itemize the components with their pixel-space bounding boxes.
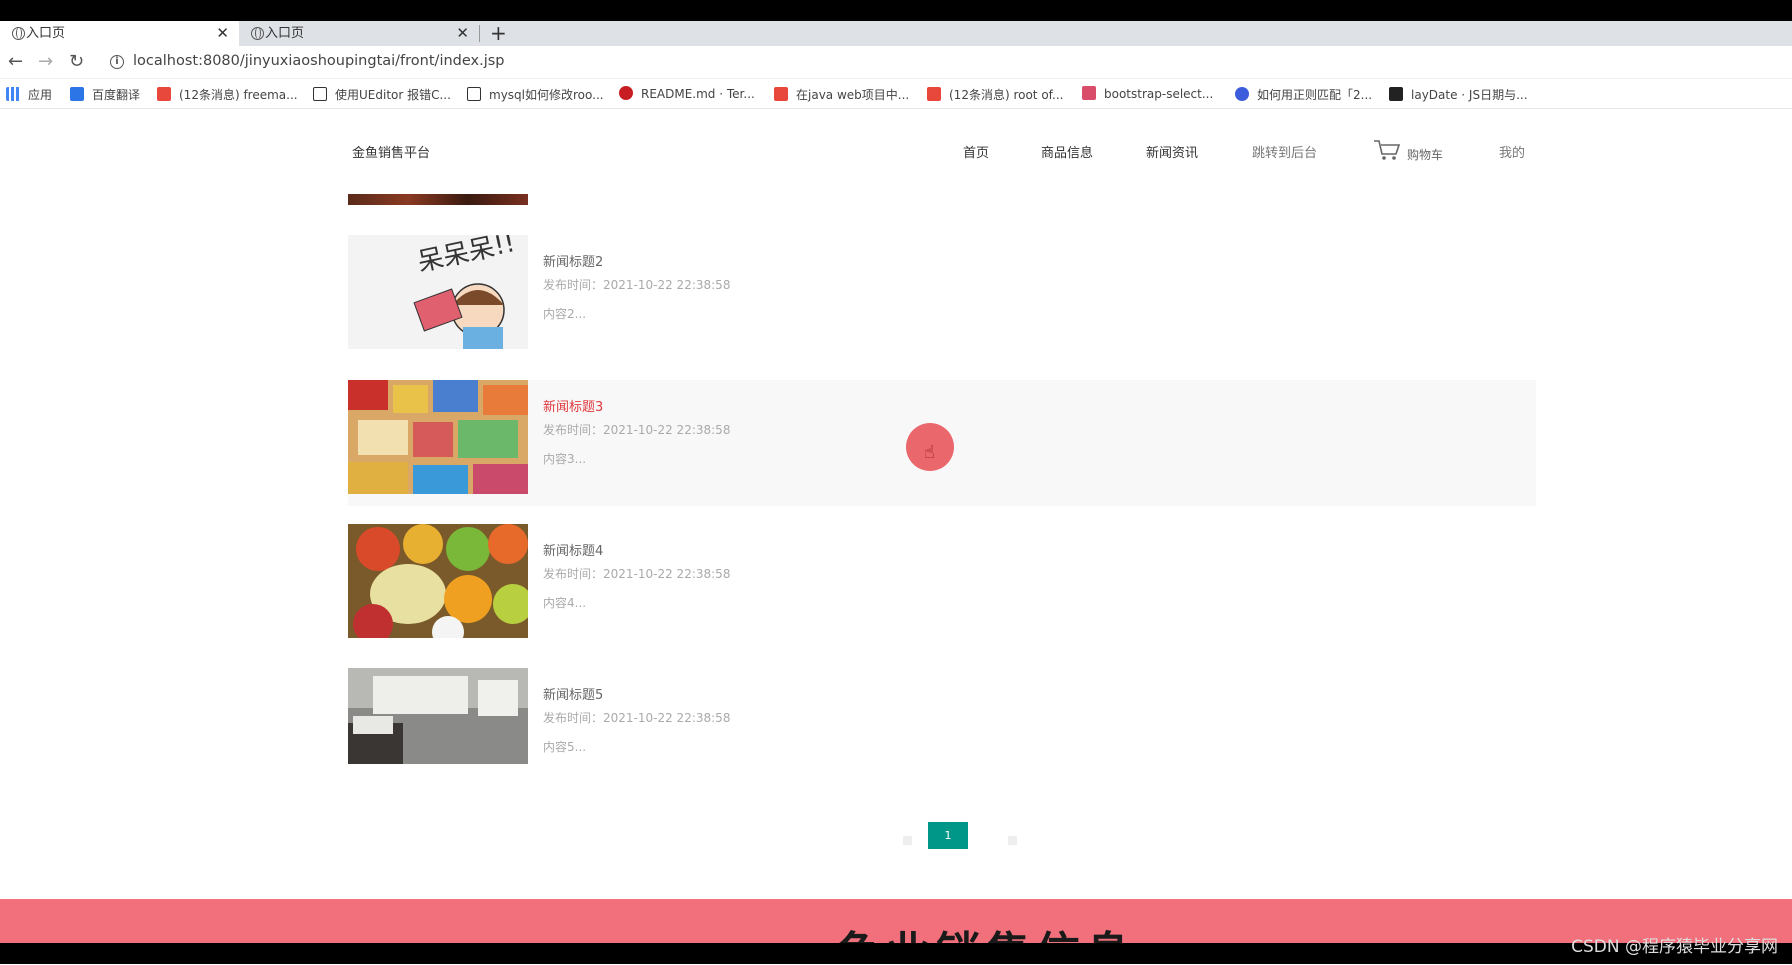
browser-tab-2[interactable]: 入口页 ✕	[239, 21, 479, 46]
nav-cart[interactable]: 购物车	[1407, 146, 1443, 163]
bookmark-item[interactable]: 在java web项目中...	[774, 86, 909, 103]
browser-tab-1[interactable]: 入口页 ✕	[0, 21, 239, 46]
info-icon[interactable]: i	[110, 55, 124, 69]
pager-prev-button[interactable]	[903, 836, 912, 845]
bookmark-apps[interactable]: 应用	[6, 86, 52, 103]
reload-icon[interactable]: ↻	[69, 51, 84, 72]
gitee-icon	[619, 86, 633, 100]
tab-title: 入口页	[26, 26, 66, 41]
news-thumbnail: 呆呆呆!!	[348, 235, 528, 349]
bookmark-item[interactable]: 如何用正则匹配「2...	[1235, 86, 1372, 103]
site-brand[interactable]: 金鱼销售平台	[352, 142, 430, 161]
news-thumbnail	[348, 380, 528, 494]
footer-banner: 鱼业销售信息	[0, 899, 1792, 947]
browser-tab-strip: 入口页 ✕ 入口页 ✕ +	[0, 21, 1792, 46]
news-item[interactable]: 呆呆呆!! 新闻标题2 发布时间：2021-10-22 22:38:58 内容2…	[348, 235, 1536, 351]
baidu-icon	[1235, 87, 1249, 101]
cart-icon[interactable]	[1373, 139, 1401, 161]
window-top-bar	[0, 0, 1792, 21]
bookmark-item[interactable]: mysql如何修改roo...	[467, 86, 604, 103]
globe-icon	[251, 27, 264, 40]
site-header: 金鱼销售平台 首页 商品信息 新闻资讯 跳转到后台 购物车 我的	[0, 109, 1792, 191]
nav-admin[interactable]: 跳转到后台	[1252, 142, 1317, 161]
window-bottom-bar	[0, 943, 1792, 964]
fruit-image	[348, 524, 528, 638]
news-item[interactable]: 新闻标题5 发布时间：2021-10-22 22:38:58 内容5...	[348, 668, 1536, 784]
news-date: 发布时间：2021-10-22 22:38:58	[543, 278, 731, 292]
news-thumbnail	[348, 524, 528, 638]
nav-products[interactable]: 商品信息	[1041, 142, 1093, 161]
close-icon[interactable]: ✕	[216, 21, 229, 46]
news-title[interactable]: 新闻标题5	[543, 684, 603, 703]
news-date: 发布时间：2021-10-22 22:38:58	[543, 711, 731, 725]
tab-divider	[479, 25, 480, 42]
news-thumbnail-partial	[348, 194, 528, 205]
translate-icon	[70, 87, 84, 101]
bookmark-item[interactable]: 使用UEditor 报错C...	[313, 86, 451, 103]
bookmark-item[interactable]: bootstrap-select...	[1082, 86, 1213, 101]
hand-cursor-icon: ☝	[924, 442, 935, 463]
nav-mine[interactable]: 我的	[1499, 142, 1525, 161]
globe-icon	[12, 27, 25, 40]
news-title[interactable]: 新闻标题2	[543, 251, 603, 270]
forward-arrow-icon[interactable]: →	[38, 51, 53, 72]
bookmark-item[interactable]: 百度翻译	[70, 86, 140, 103]
csdn-icon	[774, 87, 788, 101]
back-arrow-icon[interactable]: ←	[8, 51, 23, 72]
watermark: CSDN @程序猿毕业分享网	[1571, 937, 1778, 957]
link-icon	[467, 87, 481, 101]
sofa-image	[348, 668, 528, 764]
close-icon[interactable]: ✕	[456, 21, 469, 46]
bookmarks-bar: 应用 百度翻译 (12条消息) freema... 使用UEditor 报错C.…	[0, 79, 1792, 109]
layui-icon	[1389, 87, 1403, 101]
news-excerpt: 内容3...	[543, 452, 587, 466]
news-date: 发布时间：2021-10-22 22:38:58	[543, 567, 731, 581]
bookmark-item[interactable]: layDate · JS日期与...	[1389, 86, 1528, 103]
bookmark-item[interactable]: (12条消息) freema...	[157, 86, 298, 103]
news-excerpt: 内容5...	[543, 740, 587, 754]
new-tab-button[interactable]: +	[490, 21, 507, 46]
site-icon	[1082, 86, 1096, 100]
cartoon-image: 呆呆呆!!	[348, 235, 528, 349]
apps-icon	[6, 87, 20, 101]
bookmark-item[interactable]: README.md · Ter...	[619, 86, 755, 101]
web-page: 金鱼销售平台 首页 商品信息 新闻资讯 跳转到后台 购物车 我的 呆呆呆!! 新…	[0, 109, 1792, 965]
news-title[interactable]: 新闻标题3	[543, 396, 603, 415]
bookmark-item[interactable]: (12条消息) root of...	[927, 86, 1063, 103]
news-title[interactable]: 新闻标题4	[543, 540, 603, 559]
url-field[interactable]: localhost:8080/jinyuxiaoshoupingtai/fron…	[133, 53, 505, 69]
nav-home[interactable]: 首页	[963, 142, 989, 161]
csdn-icon	[927, 87, 941, 101]
address-bar: ← → ↻ i localhost:8080/jinyuxiaoshouping…	[0, 46, 1792, 79]
news-item[interactable]: 新闻标题4 发布时间：2021-10-22 22:38:58 内容4...	[348, 524, 1536, 640]
news-excerpt: 内容4...	[543, 596, 587, 610]
nav-news[interactable]: 新闻资讯	[1146, 142, 1198, 161]
news-excerpt: 内容2...	[543, 307, 587, 321]
pager-next-button[interactable]	[1008, 836, 1017, 845]
csdn-icon	[157, 87, 171, 101]
news-thumbnail	[348, 668, 528, 764]
snacks-image	[348, 380, 528, 494]
news-date: 发布时间：2021-10-22 22:38:58	[543, 423, 731, 437]
pager-current-page[interactable]: 1	[928, 822, 968, 849]
link-icon	[313, 87, 327, 101]
tab-title: 入口页	[265, 26, 305, 41]
